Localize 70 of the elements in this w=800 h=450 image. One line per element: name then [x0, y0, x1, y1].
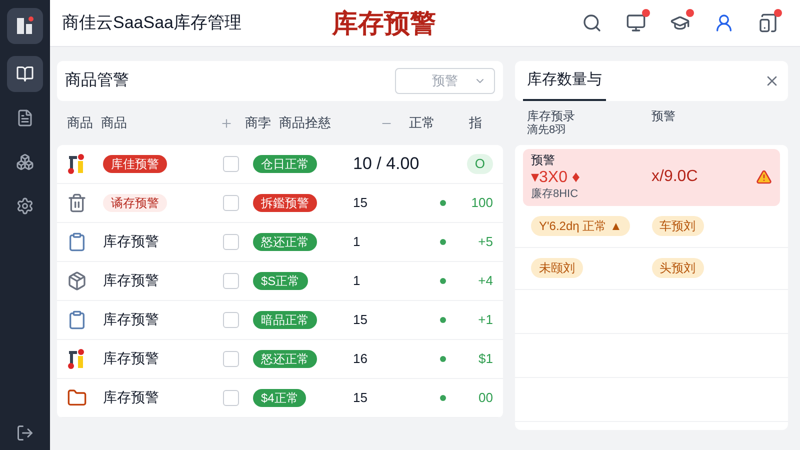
- row-checkbox[interactable]: [223, 312, 239, 328]
- row-checkbox[interactable]: [223, 273, 239, 289]
- change-value: $1: [478, 350, 493, 368]
- column-header: 库存预录: [527, 109, 576, 124]
- product-name: 库存预警: [103, 272, 159, 288]
- column-header: 商孛: [245, 114, 272, 132]
- row-checkbox[interactable]: [223, 156, 239, 172]
- warning-tag: 头预刘: [652, 258, 704, 278]
- quantity: 15: [353, 194, 368, 212]
- page-title: 库存预警: [332, 6, 436, 40]
- logout-icon[interactable]: [16, 424, 34, 442]
- app-logo: [7, 8, 43, 44]
- boxes-icon: [16, 153, 34, 171]
- status-badge: $4正常: [253, 389, 306, 407]
- change-value: +1: [478, 311, 493, 330]
- folder-icon: [67, 388, 87, 408]
- status-badge: 暗品正常: [253, 311, 317, 329]
- status-badge: 怒还正常: [253, 233, 317, 251]
- app-title: 商佳云SaaSaa库存管理: [62, 12, 242, 34]
- warning-tag: 未颐刘: [531, 258, 583, 278]
- product-name: 库存预警: [103, 233, 159, 249]
- status-badge: $S正常: [253, 272, 308, 290]
- tool-icon: [67, 348, 85, 370]
- column-header: 商品: [67, 114, 94, 132]
- status-badge: 仓日正常: [253, 155, 317, 173]
- column-header: 预警: [652, 109, 676, 124]
- status-badge: 怒还正常: [253, 350, 317, 368]
- quantity: 10 / 4.00: [353, 153, 420, 176]
- document-icon: [16, 109, 34, 127]
- book-icon: [16, 65, 34, 83]
- change-value: +5: [478, 233, 493, 252]
- quantity: 15: [353, 311, 368, 330]
- sidebar-item[interactable]: [7, 56, 43, 92]
- product-name: 库存预警: [103, 311, 159, 327]
- name-badge: 库佳预警: [103, 155, 167, 173]
- quantity: 15: [353, 389, 368, 408]
- product-name: 库存预警: [103, 350, 159, 366]
- clipboard-icon: [67, 232, 87, 252]
- column-header: 商品: [101, 114, 128, 132]
- change-value: 00: [478, 389, 493, 408]
- settings-icon: [16, 197, 34, 215]
- alert-value: ▾3X0 ♦: [531, 168, 582, 188]
- column-header: 正常: [409, 114, 436, 132]
- trash-icon: [67, 193, 87, 213]
- package-icon: [67, 271, 87, 291]
- change-pill: O: [466, 154, 493, 174]
- card-title: 商品管警: [65, 70, 129, 91]
- status-badge: 拆鑑预警: [253, 194, 317, 212]
- row-checkbox[interactable]: [223, 390, 239, 406]
- change-value: 100: [471, 194, 493, 212]
- alert-note: 廉存8HIC: [531, 188, 580, 202]
- warning-tag: 车预刘: [652, 216, 704, 236]
- row-checkbox[interactable]: [223, 234, 239, 250]
- row-checkbox[interactable]: [223, 351, 239, 367]
- clipboard-icon: [67, 310, 87, 330]
- row-checkbox[interactable]: [223, 195, 239, 211]
- quantity: 1: [353, 272, 362, 290]
- quantity: 1: [353, 233, 362, 252]
- alert-value: x/9.0C: [652, 167, 698, 188]
- warning-icon: [756, 169, 772, 186]
- column-subheader: 滴先8羽: [527, 124, 568, 138]
- warning-tag: Y'6.2dη 正常 ▲: [531, 216, 630, 236]
- change-value: +4: [478, 272, 493, 290]
- column-header: 指: [469, 114, 483, 132]
- name-badge: 谲存预警: [103, 194, 167, 212]
- alert-label: 预警: [531, 153, 556, 168]
- tool-icon: [67, 153, 85, 175]
- column-header: 商品拴慈: [279, 114, 332, 132]
- quantity: 16: [353, 350, 368, 368]
- product-name: 库存预警: [103, 389, 159, 405]
